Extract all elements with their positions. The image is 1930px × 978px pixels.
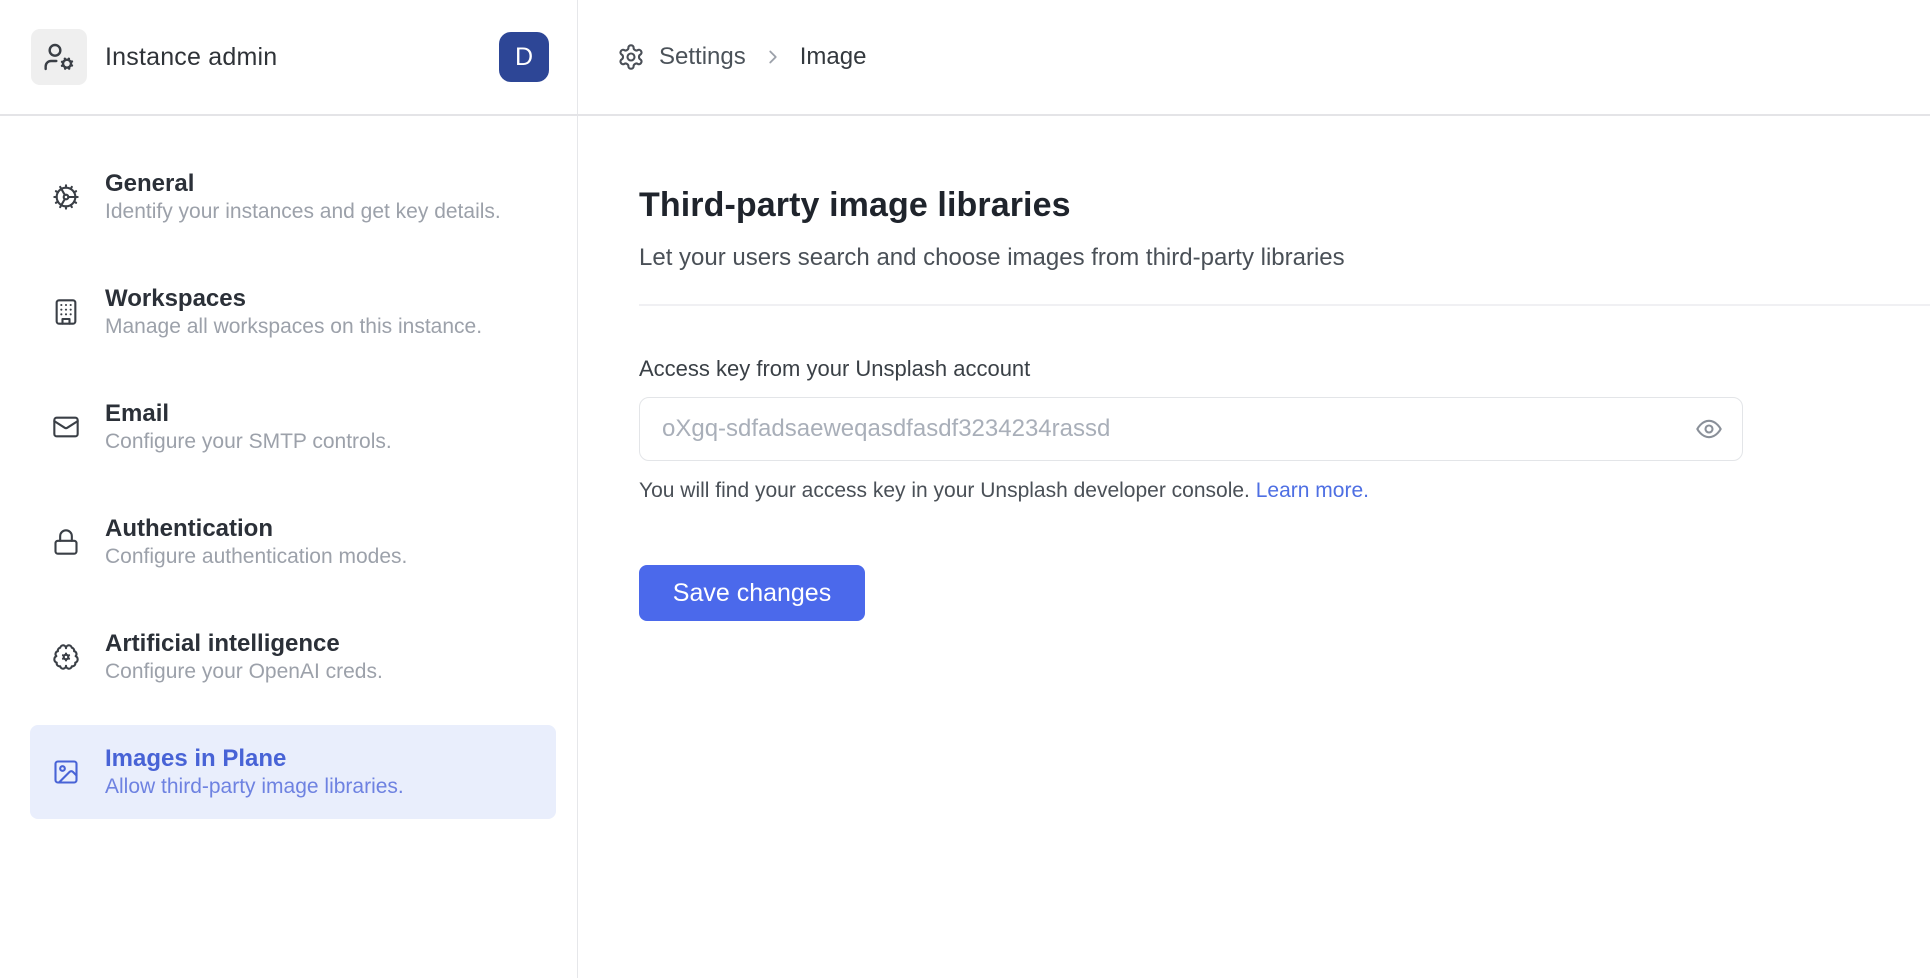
sidebar-item-label: Artificial intelligence: [105, 629, 383, 659]
sidebar-item-description: Manage all workspaces on this instance.: [105, 314, 482, 340]
sidebar-item-description: Configure authentication modes.: [105, 544, 407, 570]
avatar[interactable]: D: [499, 32, 549, 82]
sidebar-item-authentication[interactable]: Authentication Configure authentication …: [30, 495, 556, 589]
sidebar-item-label: General: [105, 169, 501, 199]
eye-icon: [1695, 415, 1723, 443]
helper-text-body: You will find your access key in your Un…: [639, 479, 1250, 502]
learn-more-link[interactable]: Learn more.: [1256, 479, 1369, 502]
breadcrumb-parent[interactable]: Settings: [659, 43, 746, 71]
sidebar-item-label: Images in Plane: [105, 744, 404, 774]
access-key-field-wrapper: [639, 397, 1743, 461]
sidebar-item-description: Allow third-party image libraries.: [105, 774, 404, 800]
settings-icon: [617, 43, 645, 71]
app-title: Instance admin: [105, 43, 277, 72]
sidebar-item-label: Authentication: [105, 514, 407, 544]
main-content: Third-party image libraries Let your use…: [578, 116, 1930, 978]
sidebar-header: Instance admin D: [0, 0, 578, 114]
toggle-visibility-button[interactable]: [1693, 413, 1725, 445]
helper-text: You will find your access key in your Un…: [639, 478, 1930, 504]
save-button[interactable]: Save changes: [639, 565, 865, 621]
page-subtitle: Let your users search and choose images …: [639, 242, 1930, 274]
sidebar-item-label: Workspaces: [105, 284, 482, 314]
access-key-input[interactable]: [639, 397, 1743, 461]
sidebar-item-description: Configure your SMTP controls.: [105, 429, 392, 455]
sidebar-nav: General Identify your instances and get …: [0, 116, 578, 978]
gear-icon: [52, 183, 80, 211]
chevron-right-icon: [762, 46, 784, 68]
lock-icon: [52, 528, 80, 556]
page-title: Third-party image libraries: [639, 185, 1930, 225]
instance-admin-logo: [31, 29, 87, 85]
sidebar-item-label: Email: [105, 399, 392, 429]
breadcrumb: Settings Image: [578, 0, 1930, 114]
sidebar-item-artificial-intelligence[interactable]: Artificial intelligence Configure your O…: [30, 610, 556, 704]
sidebar-item-email[interactable]: Email Configure your SMTP controls.: [30, 380, 556, 474]
mail-icon: [52, 413, 80, 441]
building-icon: [52, 298, 80, 326]
user-cog-icon: [43, 41, 75, 73]
sidebar-item-description: Configure your OpenAI creds.: [105, 659, 383, 685]
topbar: Instance admin D Settings Image: [0, 0, 1930, 116]
image-icon: [52, 758, 80, 786]
sidebar-item-general[interactable]: General Identify your instances and get …: [30, 150, 556, 244]
brain-cog-icon: [52, 643, 80, 671]
access-key-label: Access key from your Unsplash account: [639, 356, 1930, 382]
sidebar-item-images-in-plane[interactable]: Images in Plane Allow third-party image …: [30, 725, 556, 819]
section-divider: [639, 304, 1930, 306]
sidebar-item-description: Identify your instances and get key deta…: [105, 199, 501, 225]
breadcrumb-current: Image: [800, 43, 867, 71]
body-row: General Identify your instances and get …: [0, 116, 1930, 978]
sidebar-item-workspaces[interactable]: Workspaces Manage all workspaces on this…: [30, 265, 556, 359]
